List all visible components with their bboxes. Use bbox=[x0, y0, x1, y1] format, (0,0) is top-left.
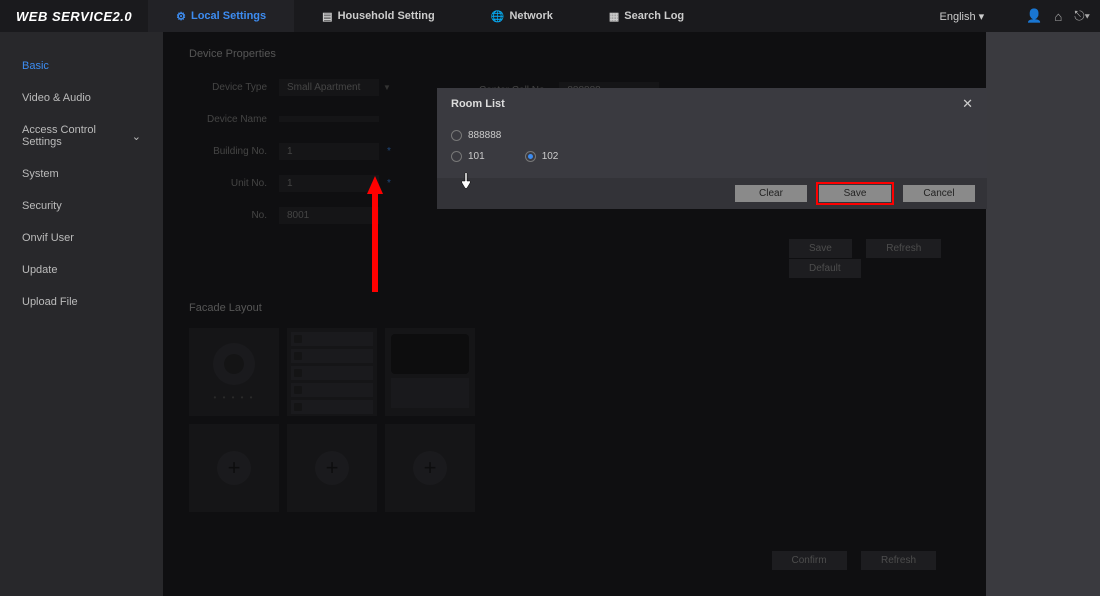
nav-label: Search Log bbox=[624, 10, 684, 22]
radio-101[interactable] bbox=[451, 151, 462, 162]
sidebar-item-basic[interactable]: Basic bbox=[0, 50, 163, 82]
room-list-modal: Room List ✕ 888888 101 102 Clear Save Ca… bbox=[437, 88, 987, 209]
radio-102[interactable] bbox=[525, 151, 536, 162]
chevron-down-icon: ⌄ bbox=[132, 130, 141, 143]
language-selector[interactable]: English ▾ bbox=[940, 10, 985, 23]
logo: WEB SERVICE2.0 bbox=[0, 9, 148, 24]
gear-icon: ⚙ bbox=[176, 10, 186, 23]
sidebar-item-onvif-user[interactable]: Onvif User bbox=[0, 222, 163, 254]
radio-label: 888888 bbox=[468, 130, 501, 141]
sidebar-item-system[interactable]: System bbox=[0, 158, 163, 190]
home-icon[interactable]: ⌂ bbox=[1054, 9, 1062, 24]
logout-icon[interactable]: ⎋▾ bbox=[1074, 8, 1090, 24]
modal-save-button[interactable]: Save bbox=[819, 185, 891, 202]
nav-label: Network bbox=[509, 10, 552, 22]
lang-label: English bbox=[940, 11, 976, 23]
radio-label: 101 bbox=[468, 151, 485, 162]
globe-icon: 🌐 bbox=[491, 10, 505, 23]
modal-title: Room List bbox=[451, 98, 505, 110]
chevron-down-icon: ▾ bbox=[979, 11, 985, 23]
list-icon: ▦ bbox=[609, 10, 619, 23]
nav-network[interactable]: 🌐 Network bbox=[463, 0, 581, 32]
nav-label: Household Setting bbox=[338, 10, 435, 22]
close-icon[interactable]: ✕ bbox=[962, 96, 973, 112]
nav-local-settings[interactable]: ⚙ Local Settings bbox=[148, 0, 294, 32]
radio-888888[interactable] bbox=[451, 130, 462, 141]
nav-search-log[interactable]: ▦ Search Log bbox=[581, 0, 712, 32]
cancel-button[interactable]: Cancel bbox=[903, 185, 975, 202]
sidebar-item-security[interactable]: Security bbox=[0, 190, 163, 222]
sidebar: Basic Video & Audio Access Control Setti… bbox=[0, 32, 163, 596]
sidebar-item-video-audio[interactable]: Video & Audio bbox=[0, 82, 163, 114]
radio-label: 102 bbox=[542, 151, 559, 162]
building-icon: ▤ bbox=[322, 10, 332, 23]
clear-button[interactable]: Clear bbox=[735, 185, 807, 202]
sidebar-item-access-control[interactable]: Access Control Settings⌄ bbox=[0, 114, 163, 158]
sidebar-label: Access Control Settings bbox=[22, 124, 132, 148]
sidebar-item-update[interactable]: Update bbox=[0, 254, 163, 286]
sidebar-item-upload-file[interactable]: Upload File bbox=[0, 286, 163, 318]
nav-label: Local Settings bbox=[191, 10, 266, 22]
content-gutter bbox=[986, 32, 1100, 596]
nav-household-setting[interactable]: ▤ Household Setting bbox=[294, 0, 463, 32]
user-icon[interactable]: 👤 bbox=[1026, 8, 1042, 24]
